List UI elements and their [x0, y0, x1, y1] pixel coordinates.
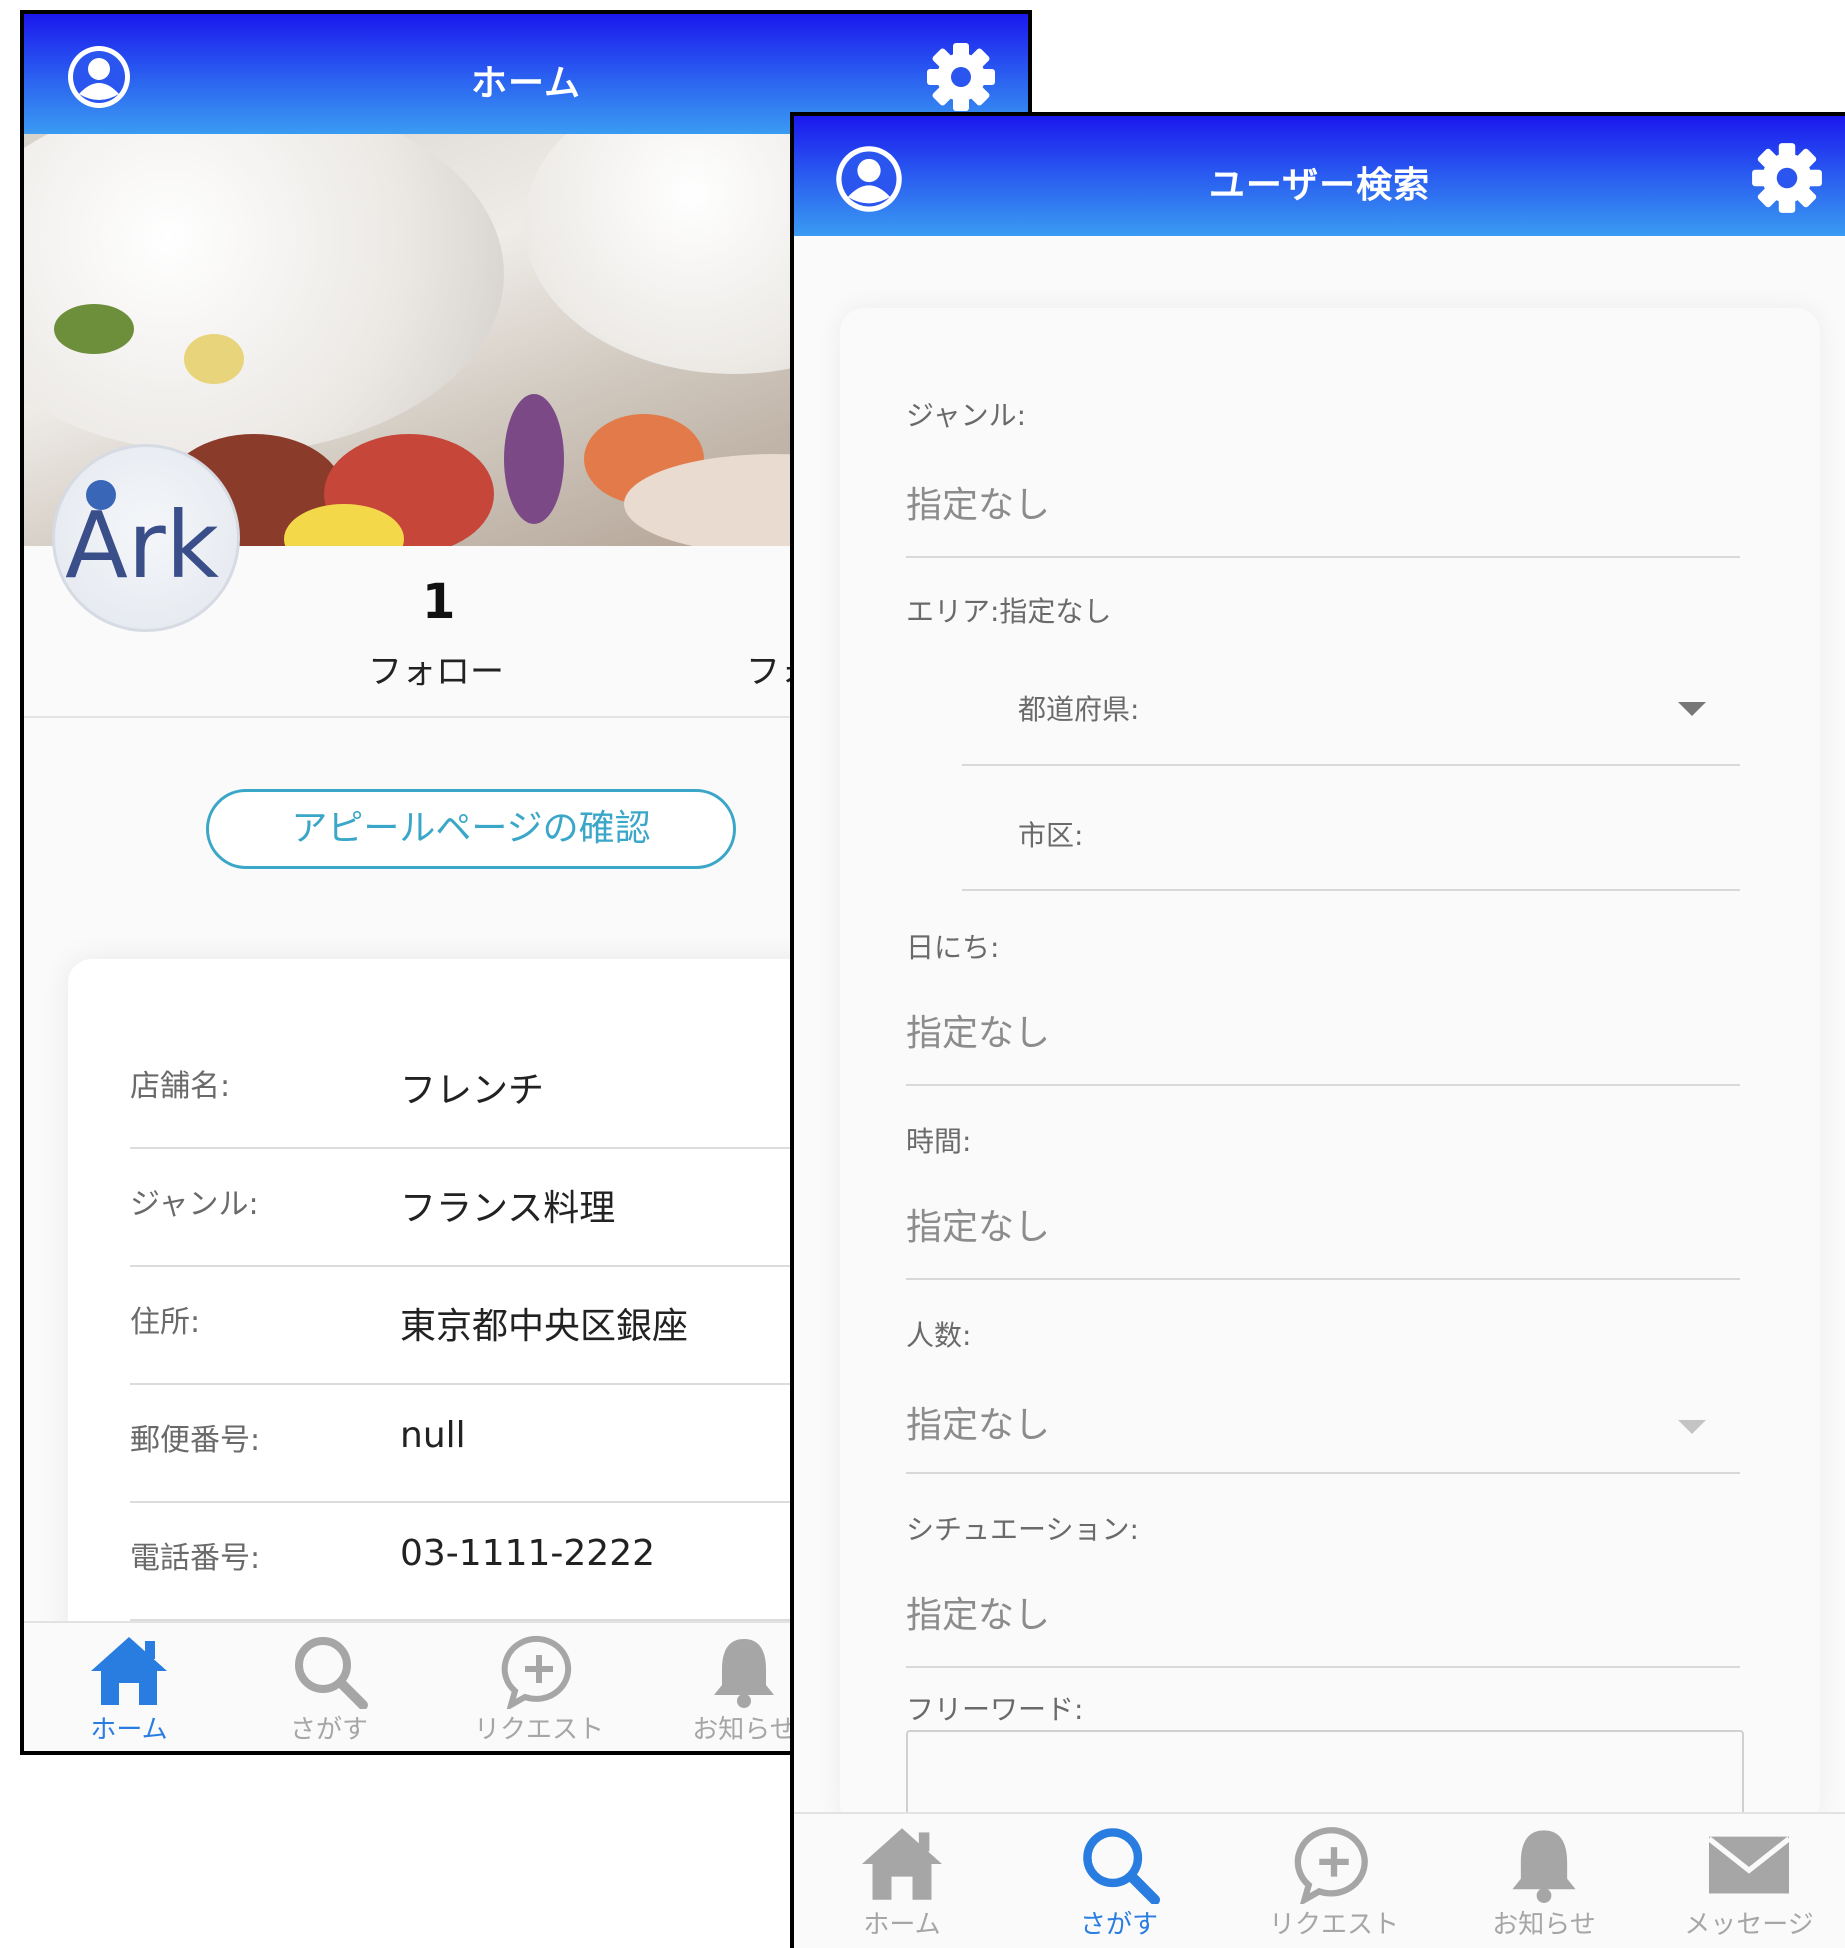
date-label: 日にち: [906, 931, 1000, 964]
divider [962, 764, 1740, 766]
info-value: フランス料理 [400, 1188, 616, 1229]
time-field[interactable]: 指定なし [906, 1198, 1050, 1250]
tab-label: さがす [289, 1715, 368, 1745]
info-value: null [400, 1415, 466, 1456]
tab-notifications[interactable]: お知らせ [1459, 1824, 1629, 1941]
tab-label: リクエスト [1268, 1910, 1399, 1940]
city-field[interactable]: 市区: [1018, 814, 1083, 854]
tab-messages[interactable]: メッセージ [1659, 1824, 1839, 1941]
search-tab-bar: ホーム さがす リクエスト お知らせ メッセージ [794, 1812, 1845, 1948]
tab-home[interactable]: ホーム [54, 1633, 204, 1746]
tab-search[interactable]: さがす [1034, 1824, 1204, 1941]
divider [906, 1666, 1740, 1668]
genre-select[interactable]: 指定なし [906, 476, 1050, 528]
info-value: フレンチ [400, 1070, 545, 1111]
svg-text:Ark: Ark [65, 492, 220, 599]
divider [962, 889, 1740, 891]
tab-request[interactable]: リクエスト [1239, 1824, 1429, 1941]
info-label: 店舗名: [130, 1069, 231, 1104]
info-value: 東京都中央区銀座 [400, 1306, 689, 1347]
divider [906, 1472, 1740, 1474]
tab-label: お知らせ [1492, 1910, 1596, 1940]
tab-home[interactable]: ホーム [822, 1824, 982, 1941]
tab-request[interactable]: リクエスト [449, 1633, 629, 1746]
divider [906, 556, 1740, 558]
info-label: 郵便番号: [130, 1423, 261, 1458]
request-icon [501, 1635, 572, 1709]
info-label: ジャンル: [130, 1187, 259, 1222]
bell-icon [1512, 1830, 1576, 1903]
divider [906, 1278, 1740, 1280]
tab-search[interactable]: さがす [254, 1633, 404, 1746]
tab-label: リクエスト [473, 1715, 604, 1745]
freeword-label: フリーワード: [906, 1693, 1084, 1726]
genre-label: ジャンル: [906, 399, 1027, 432]
tab-label: ホーム [863, 1910, 941, 1940]
situation-label: シチュエーション: [906, 1513, 1139, 1546]
avatar: Ark [52, 444, 240, 632]
home-icon [862, 1828, 942, 1900]
time-label: 時間: [906, 1125, 972, 1158]
search-icon [1083, 1828, 1161, 1904]
user-search-screen: ユーザー検索 ジャンル: 指定なし エリア:指定なし 都道府県: 市区: 日にち… [790, 112, 1845, 1948]
chevron-down-icon[interactable] [1678, 1420, 1706, 1434]
info-label: 電話番号: [130, 1541, 261, 1576]
search-icon [295, 1637, 368, 1709]
gear-icon[interactable] [924, 40, 998, 114]
page-title: ホーム [471, 63, 581, 104]
follow-label[interactable]: フォロー [368, 644, 504, 693]
request-icon [1294, 1827, 1368, 1904]
info-label: 住所: [130, 1305, 201, 1340]
people-label: 人数: [906, 1319, 972, 1352]
search-header: ユーザー検索 [794, 116, 1845, 236]
date-field[interactable]: 指定なし [906, 1004, 1050, 1056]
info-value: 03-1111-2222 [400, 1533, 656, 1574]
divider [906, 1084, 1740, 1086]
bell-icon [714, 1639, 774, 1708]
chevron-down-icon[interactable] [1678, 702, 1706, 716]
area-label: エリア:指定なし [906, 595, 1112, 628]
tab-label: メッセージ [1684, 1910, 1814, 1940]
tab-label: さがす [1079, 1910, 1158, 1940]
page-title: ユーザー検索 [1208, 165, 1431, 206]
appeal-page-button[interactable]: アピールページの確認 [206, 789, 736, 869]
gear-icon[interactable] [1749, 140, 1825, 216]
home-icon [91, 1637, 167, 1705]
situation-field[interactable]: 指定なし [906, 1586, 1050, 1638]
follow-count: 1 [422, 574, 456, 630]
prefecture-select[interactable]: 都道府県: [1018, 688, 1139, 728]
people-select[interactable]: 指定なし [906, 1396, 1050, 1448]
tab-label: ホーム [90, 1715, 168, 1745]
mail-icon [1707, 1836, 1791, 1894]
